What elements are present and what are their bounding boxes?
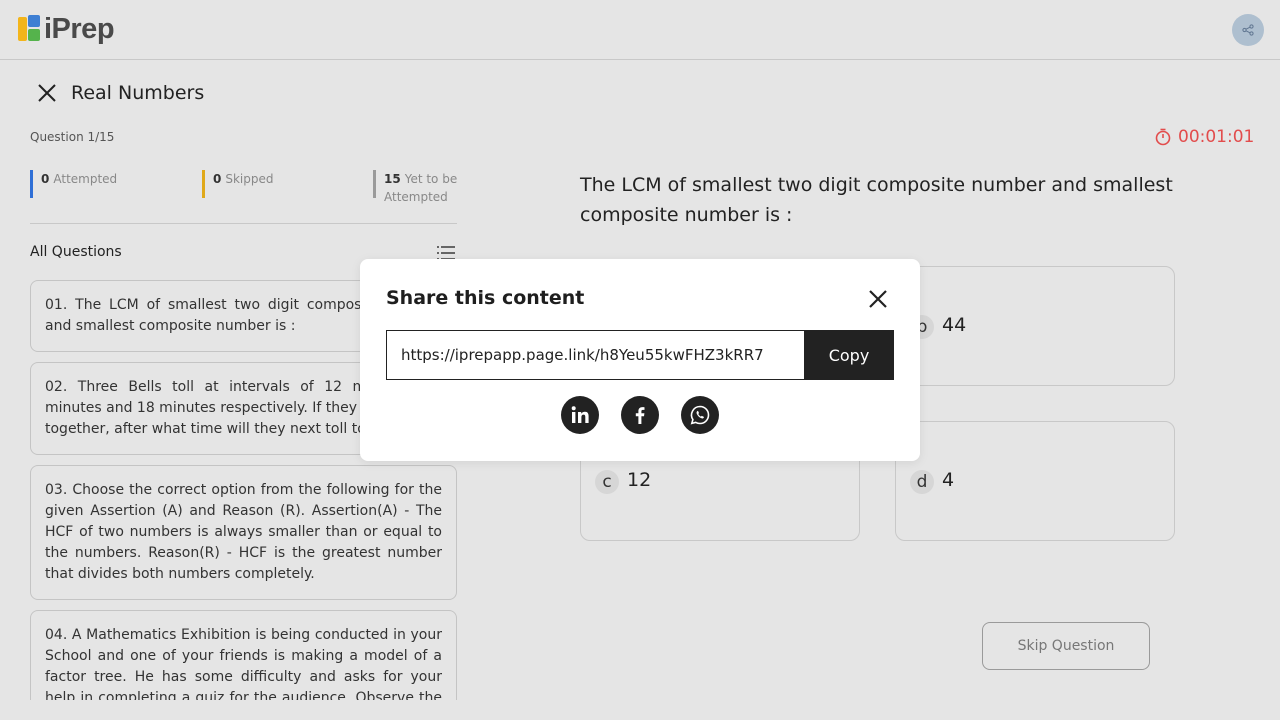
close-modal-icon[interactable]	[866, 287, 890, 311]
stat-attempted: 0 Attempted	[30, 170, 117, 198]
option-value: 4	[942, 469, 955, 491]
yet-count: 15	[384, 172, 401, 186]
option-b[interactable]: b 44	[895, 266, 1175, 386]
option-value: 12	[627, 469, 652, 491]
linkedin-icon	[571, 406, 589, 423]
attempted-label: Attempted	[53, 172, 118, 186]
copy-link-button[interactable]: Copy	[804, 330, 894, 380]
question-counter: Question 1/15	[30, 130, 115, 144]
quiz-title: Real Numbers	[71, 82, 205, 104]
skipped-count: 0	[213, 172, 222, 186]
skip-question-button[interactable]: Skip Question	[982, 622, 1150, 670]
option-d[interactable]: d 4	[895, 421, 1175, 541]
stat-yet-to-attempt: 15 Yet to be Attempted	[373, 170, 463, 204]
share-button[interactable]	[1232, 14, 1264, 46]
app-header: iPrep	[0, 0, 1280, 60]
share-modal-title: Share this content	[386, 287, 585, 309]
stat-skipped: 0 Skipped	[202, 170, 274, 198]
option-letter: c	[595, 470, 619, 494]
share-link-input[interactable]	[386, 330, 805, 380]
iprep-logo[interactable]: iPrep	[18, 12, 115, 45]
attempted-count: 0	[41, 172, 50, 186]
option-letter: d	[910, 470, 934, 494]
stopwatch-icon	[1155, 128, 1171, 146]
timer-value: 00:01:01	[1178, 127, 1255, 147]
progress-stats: 0 Attempted 0 Skipped 15 Yet to be Attempte…	[30, 168, 457, 224]
skipped-label: Skipped	[225, 172, 274, 186]
logo-text: iPrep	[44, 12, 115, 45]
current-question-text: The LCM of smallest two digit composite …	[580, 174, 1173, 226]
question-list-item[interactable]: 03. Choose the correct option from the f…	[30, 465, 457, 600]
close-quiz-icon[interactable]	[34, 80, 60, 106]
share-icon	[1242, 24, 1254, 36]
quiz-timer: 00:01:01	[1154, 127, 1254, 147]
whatsapp-icon	[690, 405, 710, 425]
linkedin-share-button[interactable]	[561, 396, 599, 434]
option-value: 44	[942, 314, 967, 336]
facebook-share-button[interactable]	[621, 396, 659, 434]
iprep-logo-mark-icon	[18, 15, 42, 43]
share-modal: Share this content Copy	[360, 259, 920, 461]
list-fade	[0, 700, 480, 720]
all-questions-heading: All Questions	[30, 244, 122, 260]
facebook-icon	[635, 407, 645, 424]
whatsapp-share-button[interactable]	[681, 396, 719, 434]
